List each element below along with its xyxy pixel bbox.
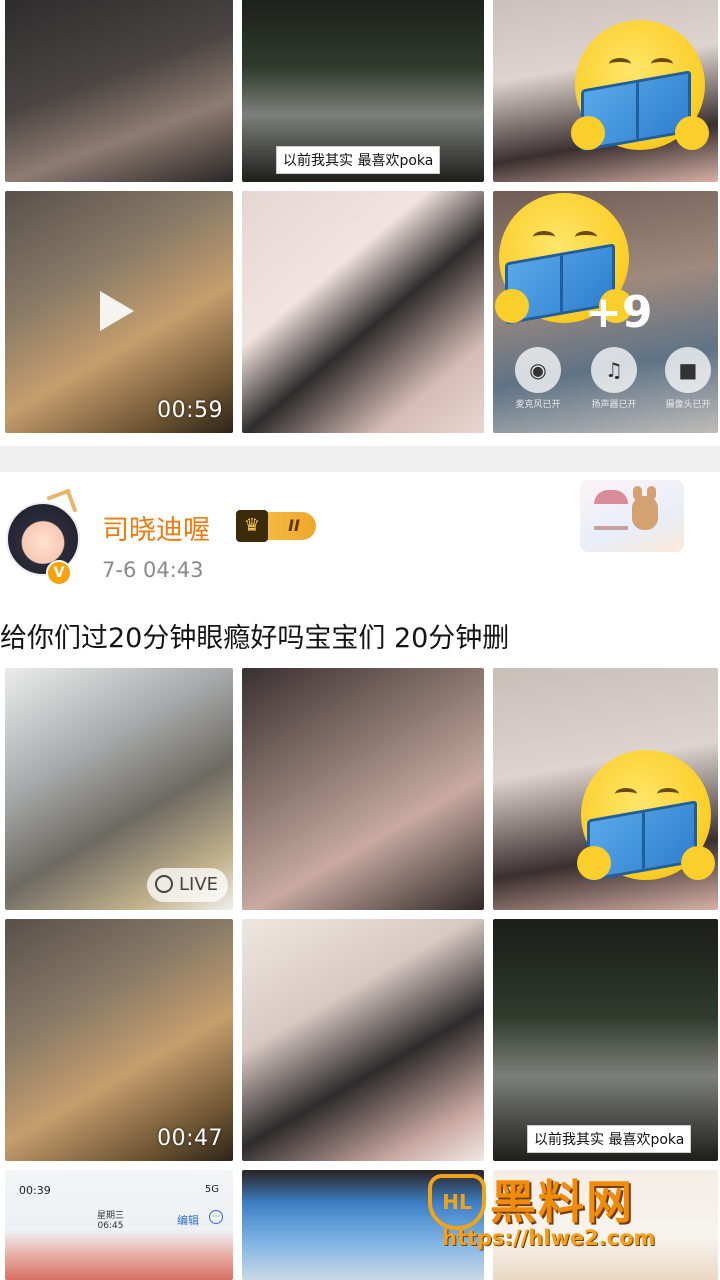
live-label: LIVE [179, 874, 219, 895]
top-image-grid: 以前我其实 最喜欢poka 00:59 +9 ◉ ♫ ■ 麦克风已开 扬声器已开… [5, 0, 720, 433]
emoji-sticker-icon [577, 750, 715, 882]
video-tile[interactable]: 00:47 [5, 919, 233, 1161]
post-separator [0, 446, 720, 472]
phone-edit-label: 编辑 [177, 1214, 199, 1227]
phone-status-time: 00:39 [19, 1184, 51, 1197]
photo-caption: 以前我其实 最喜欢poka [276, 146, 441, 174]
post-username[interactable]: 司晓迪喔 [102, 508, 210, 547]
photo-tile[interactable] [242, 668, 484, 910]
more-photos-tile[interactable]: +9 ◉ ♫ ■ 麦克风已开 扬声器已开 摄像头已开 [493, 191, 718, 433]
carousel-icon [594, 490, 628, 530]
weekday-time: 06:45 [97, 1221, 124, 1231]
live-photo-icon [155, 875, 173, 893]
call-button-label: 摄像头已开 [665, 400, 711, 410]
video-duration: 00:47 [157, 1126, 223, 1151]
card-decoration-sticker [580, 480, 684, 552]
speaker-icon: ♫ [591, 347, 637, 393]
photo-tile[interactable] [493, 668, 718, 910]
vip-badge[interactable]: ♛ II [236, 510, 316, 542]
photo-tile[interactable]: 以前我其实 最喜欢poka [242, 0, 484, 182]
watermark-logo-icon: HL [428, 1174, 486, 1230]
play-icon [100, 291, 134, 331]
live-photo-badge: LIVE [147, 868, 229, 902]
phone-signal: 5G [204, 1184, 219, 1195]
microphone-icon: ◉ [515, 347, 561, 393]
emoji-sticker-icon [571, 20, 709, 152]
screenshot-tile[interactable]: 00:39 5G 星期三 06:45 编辑 ··· [5, 1170, 233, 1280]
post-header: V 司晓迪喔 ♛ II 7-6 04:43 给你们过20分钟眼瘾好吗宝宝们 20… [0, 472, 720, 668]
video-tile[interactable]: 00:59 [5, 191, 233, 433]
phone-weekday: 星期三 06:45 [97, 1208, 124, 1231]
call-button-label: 扬声器已开 [591, 400, 637, 410]
weekday-label: 星期三 [97, 1211, 125, 1221]
photo-tile[interactable] [493, 0, 718, 182]
watermark-url: https://hlwe2.com [442, 1226, 656, 1250]
crown-icon: ♛ [236, 510, 268, 542]
vip-level: II [288, 516, 300, 535]
video-duration: 00:59 [157, 398, 223, 423]
live-photo-tile[interactable]: LIVE [5, 668, 233, 910]
photo-tile[interactable]: 以前我其实 最喜欢poka [493, 919, 718, 1161]
bunny-icon [632, 486, 658, 530]
photo-tile[interactable] [5, 0, 233, 182]
post-timestamp: 7-6 04:43 [102, 558, 204, 582]
site-watermark: HL 黑料网 https://hlwe2.com [420, 1166, 720, 1256]
photo-caption: 以前我其实 最喜欢poka [527, 1125, 692, 1153]
photo-tile[interactable] [242, 919, 484, 1161]
photo-tile[interactable] [242, 191, 484, 433]
call-button-label: 麦克风已开 [515, 400, 561, 410]
more-icon: ··· [209, 1210, 223, 1224]
watermark-title: 黑料网 [490, 1175, 634, 1229]
verified-badge-icon: V [46, 560, 72, 586]
weibo-feed-page: 以前我其实 最喜欢poka 00:59 +9 ◉ ♫ ■ 麦克风已开 扬声器已开… [0, 0, 720, 1280]
post-text: 给你们过20分钟眼瘾好吗宝宝们 20分钟删 [0, 623, 510, 654]
more-photos-count: +9 [585, 287, 653, 338]
camera-icon: ■ [665, 347, 711, 393]
